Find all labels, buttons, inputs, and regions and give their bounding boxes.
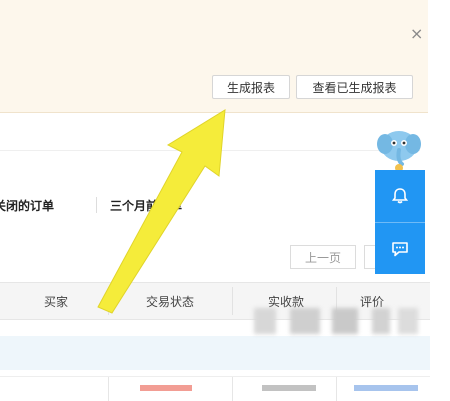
rating-link[interactable] <box>354 385 418 391</box>
notification-button[interactable] <box>375 170 425 222</box>
header-buyer: 买家 <box>44 295 69 309</box>
tab-three-months-ago[interactable]: 三个月前订单 <box>110 197 182 214</box>
column-divider <box>232 287 233 315</box>
tab-divider <box>96 197 97 213</box>
tab-closed-orders[interactable]: 关闭的订单 <box>0 197 54 214</box>
view-generated-reports-button[interactable]: 查看已生成报表 <box>296 75 413 99</box>
side-tool-bar <box>375 170 425 274</box>
table-row[interactable] <box>0 376 430 401</box>
blurred-watermark <box>238 308 428 338</box>
header-trade-status: 交易状态 <box>146 295 195 309</box>
orders-panel <box>0 150 420 231</box>
chat-button[interactable] <box>375 222 425 275</box>
chat-icon <box>392 242 408 257</box>
elephant-mascot-icon[interactable] <box>376 124 422 174</box>
close-icon[interactable]: × <box>410 24 423 43</box>
order-group-header-row <box>0 336 430 370</box>
generate-report-button[interactable]: 生成报表 <box>212 75 290 99</box>
amount-value <box>262 385 316 391</box>
column-divider <box>108 287 109 315</box>
bell-icon <box>391 188 409 204</box>
trade-status-value <box>140 385 192 391</box>
prev-page-button[interactable]: 上一页 <box>290 245 356 269</box>
